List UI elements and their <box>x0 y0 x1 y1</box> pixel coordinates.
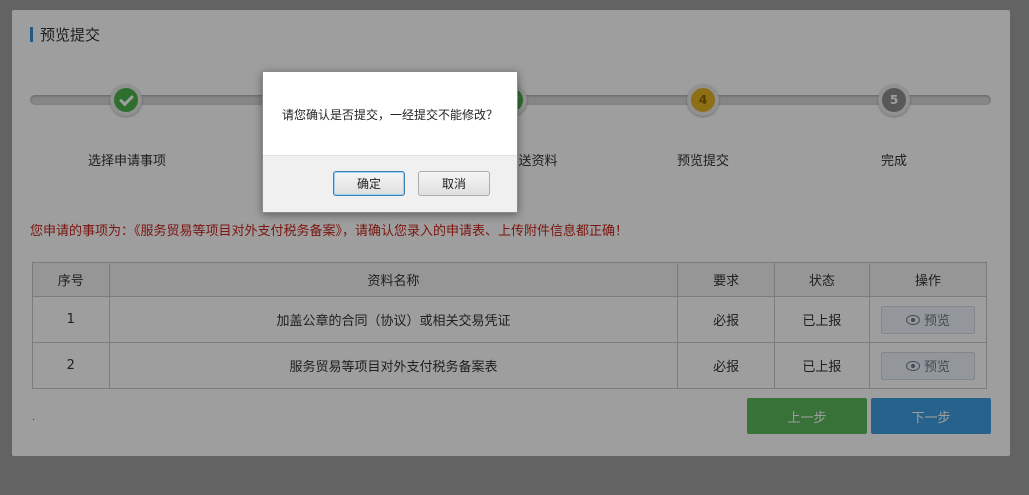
dialog-message: 请您确认是否提交，一经提交不能修改？ <box>281 107 498 122</box>
confirm-dialog: 请您确认是否提交，一经提交不能修改？ 确定 取消 <box>262 71 518 213</box>
cancel-button[interactable]: 取消 <box>418 171 490 196</box>
dialog-footer: 确定 取消 <box>263 155 517 212</box>
confirm-button[interactable]: 确定 <box>333 171 405 196</box>
